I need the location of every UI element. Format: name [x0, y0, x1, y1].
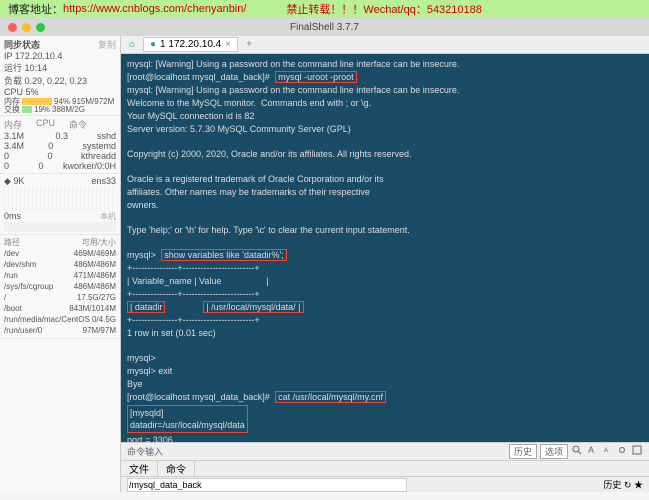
- zoom-out-icon[interactable]: A: [601, 444, 613, 456]
- path-history-button[interactable]: 历史: [603, 480, 621, 490]
- terminal[interactable]: mysql: [Warning] Using a password on the…: [121, 54, 649, 442]
- add-tab-icon[interactable]: +: [242, 39, 256, 50]
- bookmark-icon[interactable]: ★: [634, 480, 643, 490]
- window-titlebar: FinalShell 3.7.7: [0, 18, 649, 36]
- pin-icon[interactable]: [616, 444, 628, 456]
- close-tab-icon[interactable]: ×: [225, 39, 231, 50]
- search-icon[interactable]: [571, 444, 583, 456]
- sidebar: 同步状态复制 IP 172.20.10.4 运行 10:14 负载 0.29, …: [0, 36, 121, 492]
- no-copy-text: 禁止转载！！！Wechat/qq：543210188: [286, 1, 481, 17]
- tab-bar: ⌂ ●1 172.20.10.4× +: [121, 36, 649, 54]
- tab-session[interactable]: ●1 172.20.10.4×: [143, 37, 238, 52]
- refresh-icon[interactable]: ↻: [624, 480, 632, 490]
- svg-text:A: A: [588, 445, 594, 455]
- maximize-icon[interactable]: [36, 23, 45, 32]
- tab-files[interactable]: 文件: [121, 460, 158, 477]
- command-input-label[interactable]: 命令输入: [127, 445, 163, 458]
- zoom-in-icon[interactable]: A: [586, 444, 598, 456]
- home-icon[interactable]: ⌂: [125, 38, 139, 52]
- blog-url: https://www.cnblogs.com/chenyanbin/: [63, 3, 246, 15]
- tab-commands[interactable]: 命令: [158, 460, 195, 477]
- file-panel-tabs: 文件 命令: [121, 460, 649, 476]
- path-input[interactable]: [127, 478, 407, 492]
- close-icon[interactable]: [8, 23, 17, 32]
- minimize-icon[interactable]: [22, 23, 31, 32]
- fullscreen-icon[interactable]: [631, 444, 643, 456]
- network-graph: [4, 187, 116, 211]
- svg-text:A: A: [604, 448, 608, 454]
- history-button[interactable]: 历史: [509, 444, 537, 459]
- window-title: FinalShell 3.7.7: [290, 22, 359, 33]
- options-button[interactable]: 选项: [540, 444, 568, 459]
- command-footer: 命令输入 历史 选项 A A: [121, 442, 649, 460]
- blog-banner: 博客地址：https://www.cnblogs.com/chenyanbin/…: [0, 0, 649, 18]
